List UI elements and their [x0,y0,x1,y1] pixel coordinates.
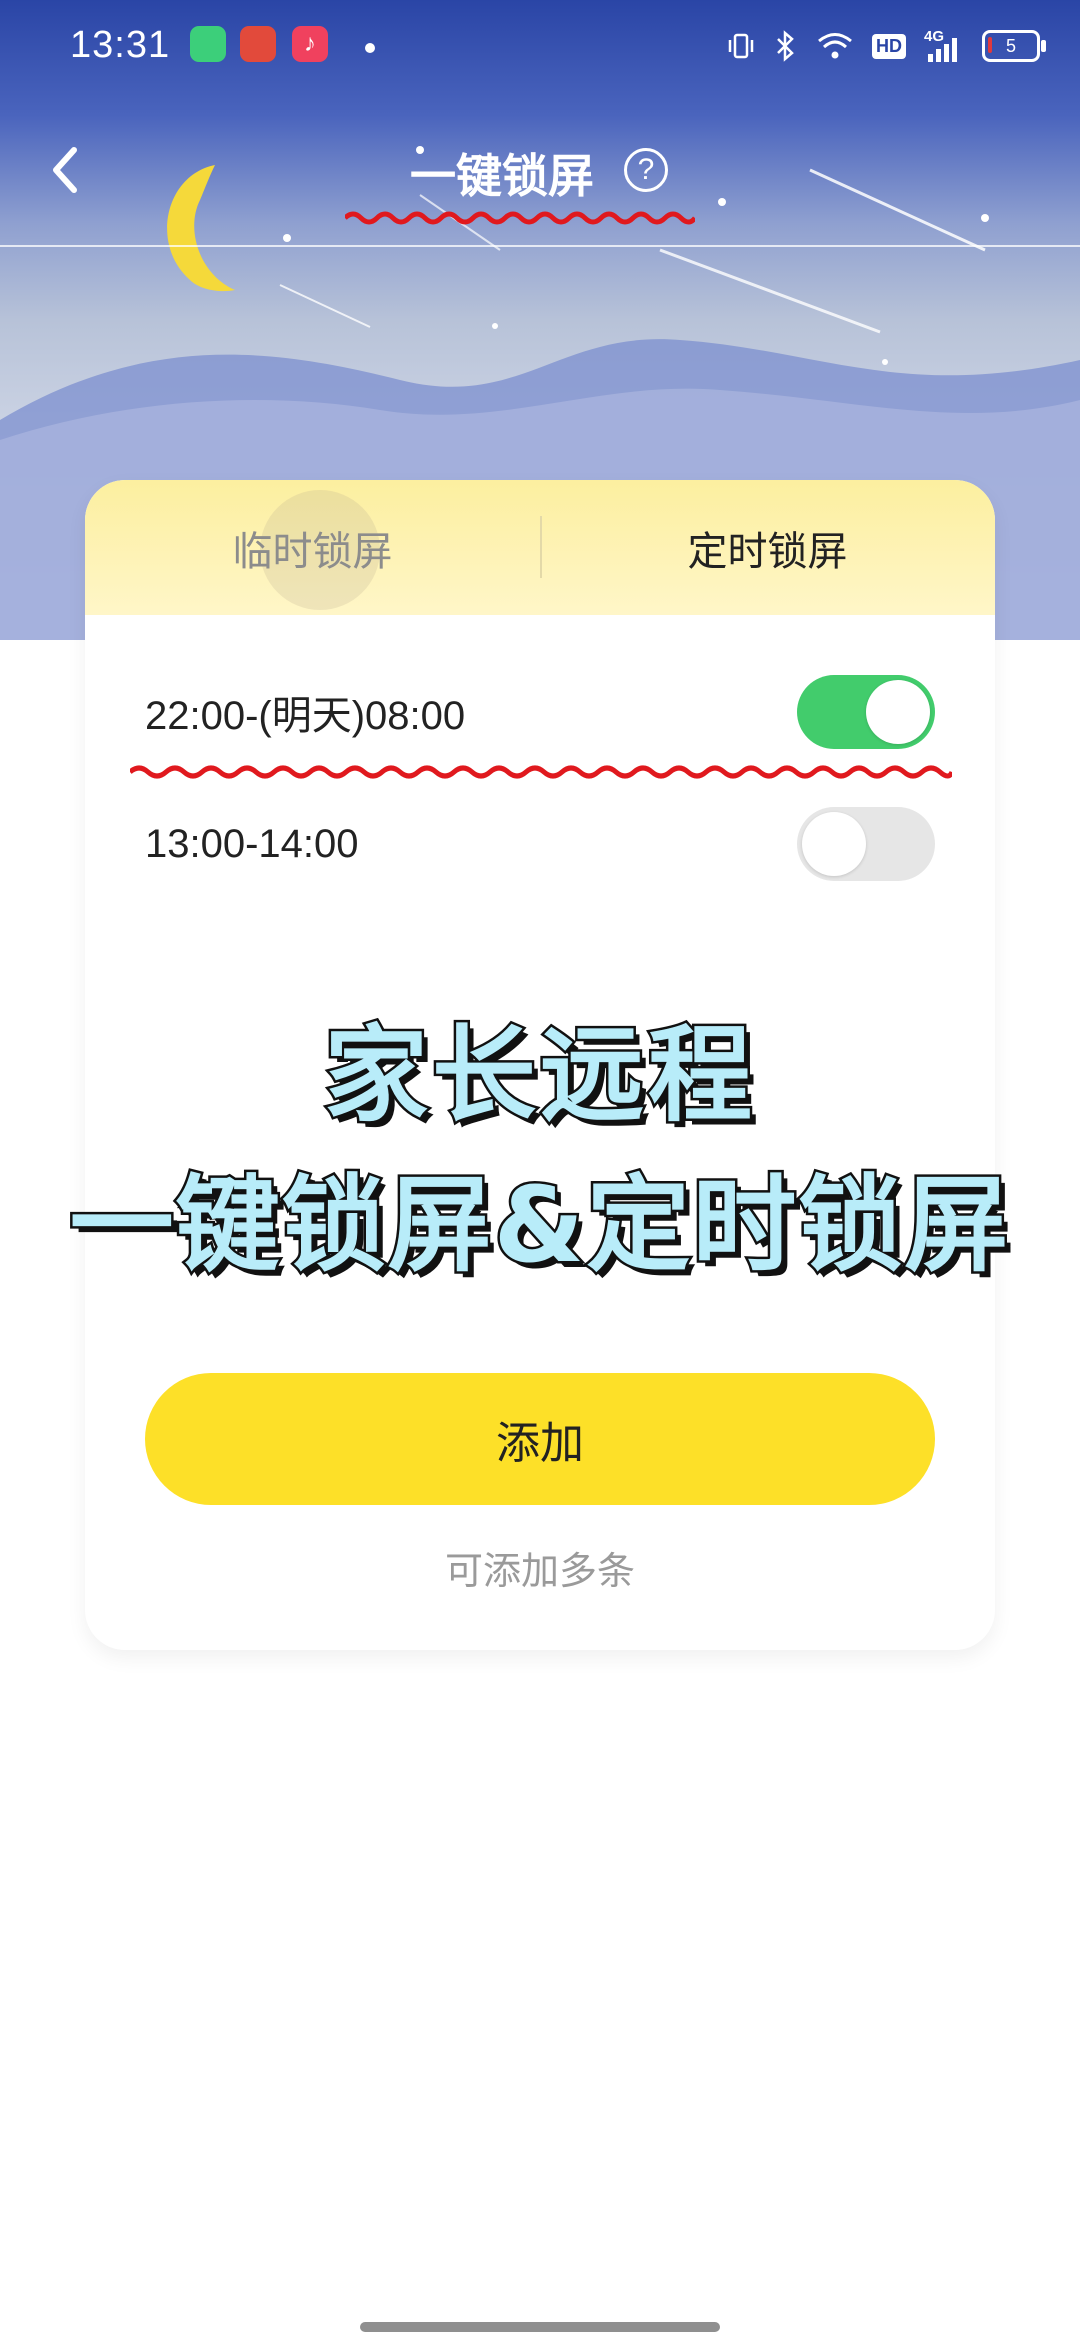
page-title: 一键锁屏 [410,149,594,203]
wifi-icon [818,33,852,59]
status-time: 13:31 [70,24,171,66]
lock-mode-tabs: 临时锁屏 定时锁屏 [85,480,995,615]
hd-icon: HD [872,33,906,59]
title-annotation-underline [345,211,695,225]
home-indicator[interactable] [360,2322,720,2332]
battery-level: 5 [1005,35,1016,56]
promo-subheadline: 一键锁屏&定时锁屏 [67,1162,1011,1289]
schedule-time-label: 13:00-14:00 [145,821,359,866]
back-button[interactable] [40,140,88,200]
game-app-icon [240,26,276,62]
status-icons: HD 4G 5 [726,26,1046,66]
tab-scheduled-lock[interactable]: 定时锁屏 [540,480,995,615]
schedule-toggle[interactable] [797,675,935,749]
bluetooth-icon [777,30,794,62]
vibrate-icon [728,33,754,59]
schedule-row: 22:00-(明天)08:00 [145,672,935,752]
schedule-row: 13:00-14:00 [145,804,935,884]
tab-divider [540,516,542,578]
promo-headline: 家长远程 [321,1012,756,1139]
title-divider [0,245,1080,247]
status-bar: 13:31 ♪ HD 4G 5 [0,0,1080,96]
add-schedule-button[interactable]: 添加 [145,1373,935,1505]
schedule-toggle[interactable] [797,807,935,881]
add-hint-text: 可添加多条 [444,1549,635,1593]
schedule-time-label: 22:00-(明天)08:00 [145,694,466,738]
tab-temporary-lock[interactable]: 临时锁屏 [85,480,540,615]
music-app-icon: ♪ [292,26,328,62]
toggle-knob [866,680,930,744]
signal-icon: 4G [924,28,964,62]
battery-saver-app-icon [190,26,226,62]
help-button[interactable]: ? [624,148,668,192]
network-type-label: 4G [924,28,945,45]
schedule-annotation-underline [130,765,952,779]
notification-dot [365,43,375,53]
toggle-knob [802,812,866,876]
battery-icon: 5 [982,30,1046,62]
